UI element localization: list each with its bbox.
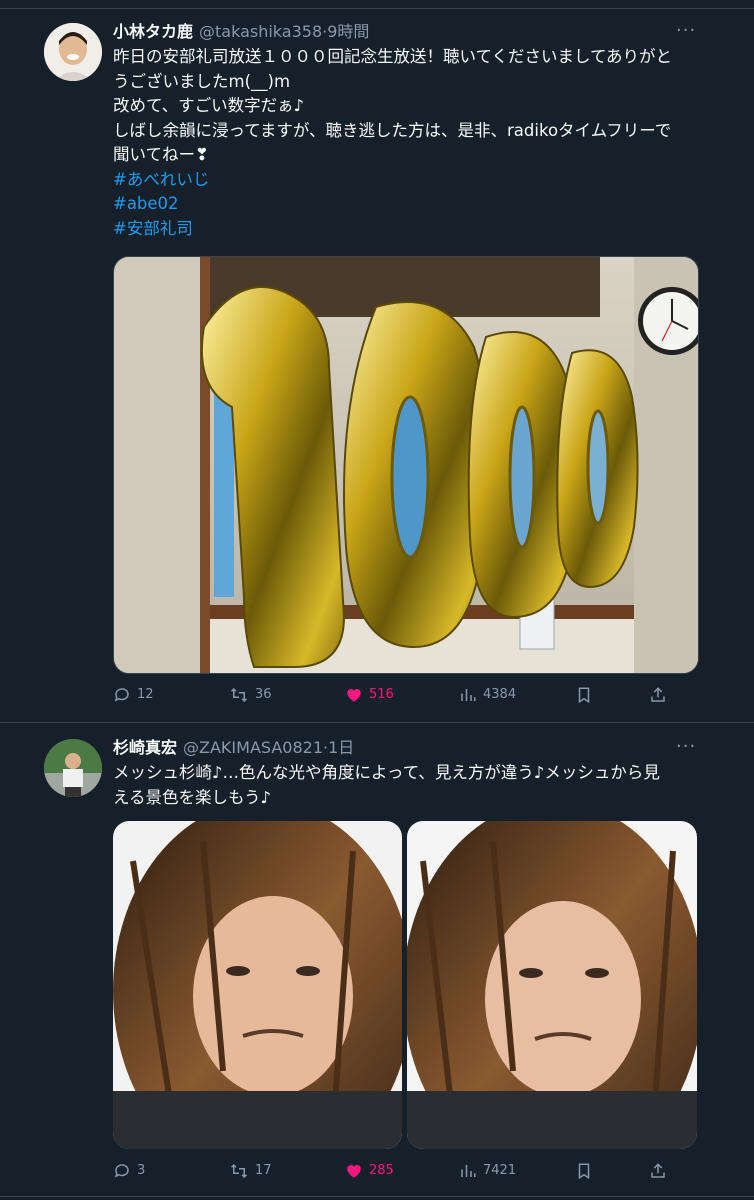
tweet-header: 杉崎真宏 @ZAKIMASA0821·1日 bbox=[113, 735, 354, 761]
avatar[interactable] bbox=[44, 23, 102, 81]
share-button[interactable] bbox=[649, 1159, 673, 1183]
tweet-text-line: 改めて、すごい数字だぁ♪ bbox=[113, 96, 305, 115]
tweet-text-line: うございましたm(__)m bbox=[113, 71, 291, 91]
more-icon[interactable]: ··· bbox=[676, 738, 696, 760]
tweet[interactable]: 杉崎真宏 @ZAKIMASA0821·1日 ··· メッシュ杉崎♪…色んな光や角度… bbox=[0, 723, 754, 1193]
reply-icon bbox=[114, 687, 129, 702]
handle[interactable]: @takashika358 bbox=[199, 22, 322, 41]
handle[interactable]: @ZAKIMASA0821 bbox=[183, 738, 323, 757]
tweet-text: メッシュ杉崎♪…色んな光や角度によって、見え方が違う♪メッシュから見 える景色を… bbox=[113, 761, 703, 810]
views-button[interactable]: 4384 bbox=[459, 683, 516, 707]
avatar[interactable] bbox=[44, 739, 102, 797]
views-button[interactable]: 7421 bbox=[459, 1159, 516, 1183]
share-button[interactable] bbox=[649, 683, 673, 707]
tweet-header: 小林タカ鹿 @takashika358·9時間 bbox=[113, 19, 369, 45]
reply-icon bbox=[114, 1163, 129, 1178]
bookmark-button[interactable] bbox=[575, 683, 599, 707]
tweet-text-line: しばし余韻に浸ってますが、聴き逃した方は、是非、radikoタイムフリーで bbox=[113, 120, 672, 140]
avatar-photo bbox=[44, 23, 102, 81]
views-icon bbox=[461, 1164, 476, 1177]
retweet-count: 17 bbox=[255, 1163, 272, 1178]
portrait-photos bbox=[113, 821, 697, 1149]
views-icon bbox=[461, 688, 476, 701]
timestamp[interactable]: 9時間 bbox=[327, 22, 369, 41]
tweet-text-line: 昨日の安部礼司放送１０００回記念生放送！聴いてくださいましてありがと bbox=[113, 47, 673, 66]
heart-icon bbox=[347, 688, 361, 702]
balloons-1000-photo bbox=[114, 257, 698, 673]
tweet-text-line: える景色を楽しもう♪ bbox=[113, 787, 272, 807]
share-icon bbox=[651, 1162, 665, 1178]
hashtag-link[interactable]: #安部礼司 bbox=[113, 217, 703, 242]
bookmark-icon bbox=[578, 687, 590, 703]
hashtag-link[interactable]: #abe02 bbox=[113, 192, 703, 217]
tweet[interactable]: 小林タカ鹿 @takashika358·9時間 ··· 昨日の安部礼司放送１０００… bbox=[0, 0, 754, 722]
reply-button[interactable]: 12 bbox=[113, 683, 154, 707]
retweet-button[interactable]: 17 bbox=[229, 1159, 272, 1183]
photo-right[interactable] bbox=[403, 821, 697, 1149]
like-count: 516 bbox=[369, 687, 394, 702]
tweet-media-gallery bbox=[113, 821, 697, 1149]
timestamp[interactable]: 1日 bbox=[328, 738, 354, 757]
reply-button[interactable]: 3 bbox=[113, 1159, 145, 1183]
hashtag-link[interactable]: #あべれいじ bbox=[113, 168, 703, 193]
display-name[interactable]: 小林タカ鹿 bbox=[113, 22, 193, 41]
tweet-actions: 3 17 285 7421 bbox=[113, 1159, 673, 1183]
tweet-text-line: 聞いてねー❣ bbox=[113, 145, 209, 164]
bookmark-icon bbox=[578, 1163, 590, 1179]
reply-count: 12 bbox=[137, 687, 154, 702]
more-icon[interactable]: ··· bbox=[676, 22, 696, 44]
views-count: 7421 bbox=[483, 1163, 517, 1178]
tweet-actions: 12 36 516 4384 bbox=[113, 683, 673, 707]
heart-icon bbox=[347, 1164, 361, 1178]
retweet-icon bbox=[230, 1163, 248, 1178]
like-button[interactable]: 285 bbox=[345, 1159, 394, 1183]
bookmark-button[interactable] bbox=[575, 1159, 599, 1183]
timeline-feed: 小林タカ鹿 @takashika358·9時間 ··· 昨日の安部礼司放送１０００… bbox=[0, 0, 754, 1200]
avatar-photo bbox=[44, 739, 102, 797]
retweet-button[interactable]: 36 bbox=[229, 683, 272, 707]
tweet-text-line: メッシュ杉崎♪…色んな光や角度によって、見え方が違う♪メッシュから見 bbox=[113, 763, 660, 782]
tweet-text: 昨日の安部礼司放送１０００回記念生放送！聴いてくださいましてありがと うございま… bbox=[113, 45, 703, 241]
reply-count: 3 bbox=[137, 1163, 146, 1178]
like-count: 285 bbox=[369, 1163, 394, 1178]
retweet-icon bbox=[230, 687, 248, 702]
like-button[interactable]: 516 bbox=[345, 683, 394, 707]
views-count: 4384 bbox=[483, 687, 517, 702]
tweet-media-photo[interactable] bbox=[113, 256, 699, 674]
display-name[interactable]: 杉崎真宏 bbox=[113, 738, 177, 757]
share-icon bbox=[651, 686, 665, 702]
photo-left[interactable] bbox=[113, 821, 413, 1149]
retweet-count: 36 bbox=[255, 687, 272, 702]
divider bbox=[0, 1196, 754, 1197]
